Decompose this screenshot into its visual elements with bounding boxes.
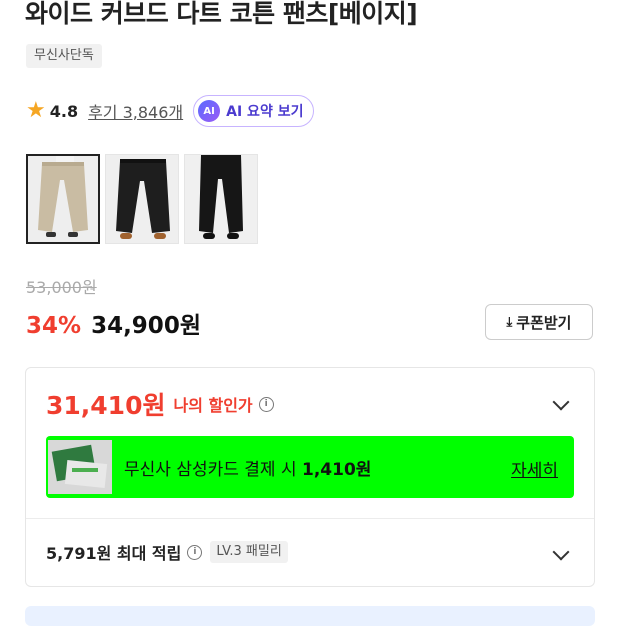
my-price-amount: 31,410원 — [46, 391, 166, 420]
download-icon: ⤓ — [506, 314, 513, 330]
points-row[interactable]: 5,791원 최대 적립 i LV.3 패밀리 — [46, 540, 288, 564]
ai-icon: AI — [198, 100, 221, 122]
price-row: 34% 34,900원 — [26, 306, 201, 340]
rating-value: 4.8 — [49, 101, 79, 121]
coupon-button-label: 쿠폰받기 — [516, 313, 572, 332]
thumbnail-black-pants-black-shoes[interactable] — [184, 154, 258, 244]
info-icon[interactable]: i — [187, 544, 203, 560]
original-price: 53,000원 — [26, 278, 97, 297]
card-promo-image — [48, 440, 112, 494]
ai-summary-label: AI 요약 보기 — [226, 104, 304, 120]
card-promo-banner[interactable]: 무신사 삼성카드 결제 시 1,410원 자세히 — [46, 436, 574, 498]
thumbnail-beige-pants[interactable] — [26, 154, 100, 244]
thumbnail-strip — [26, 154, 258, 244]
benefit-card: 31,410원 나의 할인가 i 무신사 삼성카드 결제 시 1,410원 자세… — [25, 367, 595, 587]
my-price-row[interactable]: 31,410원 나의 할인가 i — [46, 386, 274, 422]
points-text: 5,791원 최대 적립 — [46, 544, 182, 563]
chevron-down-icon[interactable] — [552, 393, 570, 411]
beige-pants-image — [28, 156, 98, 242]
discount-rate: 34% — [26, 313, 82, 339]
info-icon[interactable]: i — [258, 396, 274, 412]
product-title: 와이드 커브드 다트 코튼 팬츠[베이지] — [25, 0, 418, 28]
coupon-button[interactable]: ⤓ 쿠폰받기 — [485, 304, 593, 340]
rating-row: ★ 4.8 후기 3,846개 AI AI 요약 보기 — [26, 95, 315, 127]
bottom-info-bar — [25, 606, 595, 626]
black-pants-2-image — [185, 155, 257, 243]
level-badge: LV.3 패밀리 — [210, 541, 288, 563]
divider — [26, 518, 594, 519]
card-promo-text: 무신사 삼성카드 결제 시 1,410원 — [124, 459, 372, 480]
sale-price: 34,900원 — [91, 313, 201, 339]
exclusive-tag: 무신사단독 — [26, 44, 102, 68]
thumbnail-black-pants-brown-shoes[interactable] — [105, 154, 179, 244]
star-icon: ★ — [26, 98, 46, 123]
chevron-down-icon[interactable] — [552, 543, 570, 561]
black-pants-image — [106, 155, 178, 243]
promo-detail-link[interactable]: 자세히 — [511, 456, 558, 481]
my-price-label: 나의 할인가 — [173, 396, 253, 415]
ai-summary-button[interactable]: AI AI 요약 보기 — [193, 95, 315, 127]
reviews-link[interactable]: 후기 3,846개 — [88, 99, 183, 123]
